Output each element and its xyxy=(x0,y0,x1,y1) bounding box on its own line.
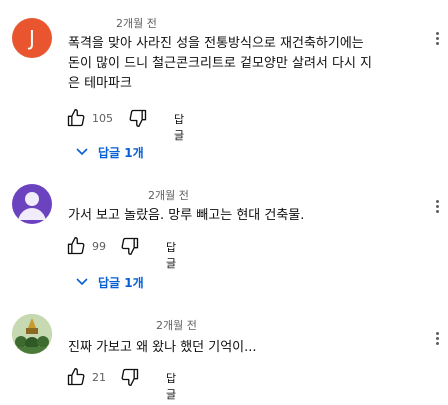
avatar-letter: J xyxy=(29,26,35,50)
more-options-icon[interactable] xyxy=(430,30,444,50)
chevron-down-icon xyxy=(76,148,88,156)
reply-button[interactable]: 답글 xyxy=(166,239,176,271)
view-replies-button[interactable]: 답글 1개 xyxy=(76,142,144,162)
comment-text-line: 돈이 많이 드니 철근콘크리트로 겉모양만 살려서 다시 지 xyxy=(68,56,373,71)
dislike-button[interactable] xyxy=(120,236,140,256)
avatar[interactable] xyxy=(12,184,52,224)
comment-text: 가서 보고 놀랐음. 망루 빼고는 현대 건축물. xyxy=(68,206,304,226)
avatar[interactable] xyxy=(12,314,52,354)
reply-button[interactable]: 답글 xyxy=(174,111,184,143)
comment-timestamp[interactable]: 2개월 전 xyxy=(156,317,197,333)
dislike-button[interactable] xyxy=(120,367,140,387)
more-options-icon[interactable] xyxy=(430,330,444,350)
comment-text: 진짜 가보고 왜 왔나 했던 기억이... xyxy=(68,338,257,358)
like-count: 21 xyxy=(92,371,106,384)
comment-text-line: 가서 보고 놀랐음. 망루 빼고는 현대 건축물. xyxy=(68,208,305,223)
thumb-up-icon xyxy=(67,109,85,127)
view-replies-label: 답글 1개 xyxy=(98,145,144,160)
comments-section: J 2개월 전 폭격을 맞아 사라진 성을 전통방식으로 재건축하기에는 돈이 … xyxy=(0,0,448,405)
comment-text: 폭격을 맞아 사라진 성을 전통방식으로 재건축하기에는 돈이 많이 드니 철근… xyxy=(68,34,372,94)
thumb-up-icon xyxy=(67,237,85,255)
more-options-icon[interactable] xyxy=(430,198,444,218)
thumb-down-icon xyxy=(121,368,139,386)
dislike-button[interactable] xyxy=(128,108,148,128)
chevron-down-icon xyxy=(76,278,88,286)
like-count: 99 xyxy=(92,240,106,253)
comment-text-line: 폭격을 맞아 사라진 성을 전통방식으로 재건축하기에는 xyxy=(68,36,364,51)
thumb-down-icon xyxy=(129,109,147,128)
comment-timestamp[interactable]: 2개월 전 xyxy=(116,15,157,31)
like-button[interactable] xyxy=(66,236,86,256)
like-button[interactable] xyxy=(66,367,86,387)
like-button[interactable] xyxy=(66,108,86,128)
reply-button[interactable]: 답글 xyxy=(166,370,176,402)
avatar[interactable]: J xyxy=(12,18,52,58)
like-count: 105 xyxy=(92,112,113,125)
thumb-up-icon xyxy=(67,368,85,386)
profile-photo-icon xyxy=(12,314,52,354)
view-replies-label: 답글 1개 xyxy=(98,275,144,290)
thumb-down-icon xyxy=(121,237,139,255)
default-person-icon xyxy=(18,192,46,220)
view-replies-button[interactable]: 답글 1개 xyxy=(76,272,144,292)
comment-text-line: 진짜 가보고 왜 왔나 했던 기억이... xyxy=(68,340,257,355)
comment-timestamp[interactable]: 2개월 전 xyxy=(148,187,189,203)
comment-text-line: 은 테마파크 xyxy=(68,76,132,91)
